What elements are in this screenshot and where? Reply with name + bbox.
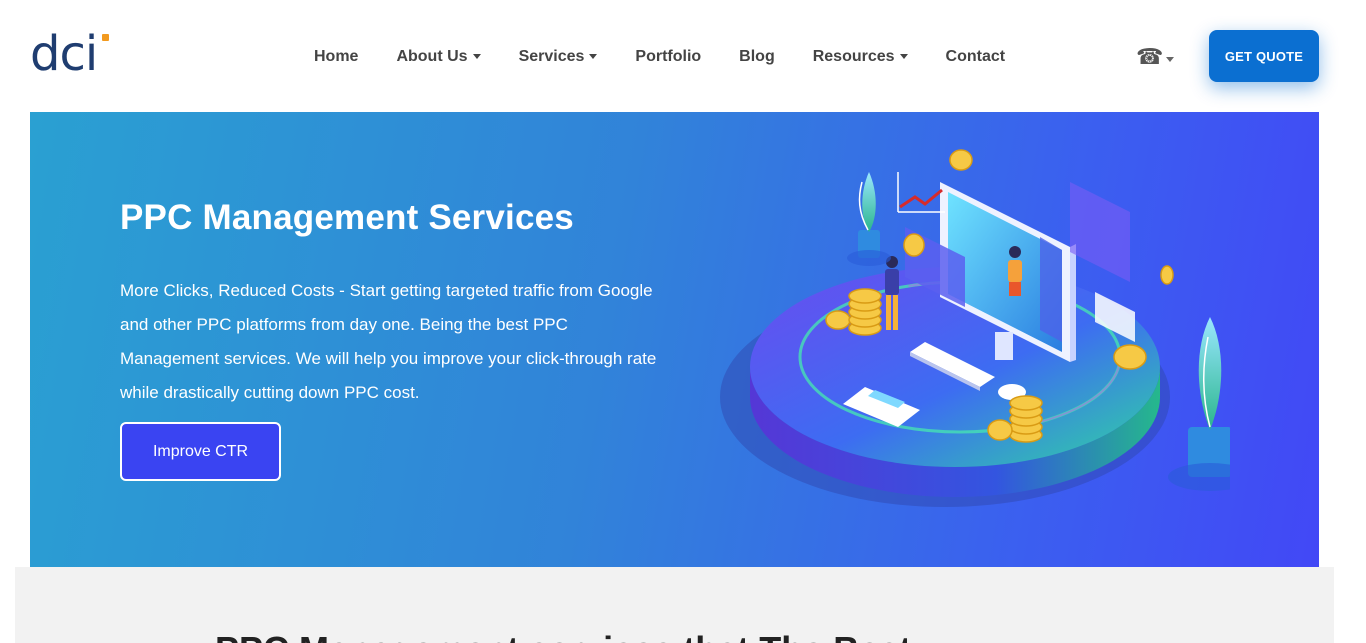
logo-dot	[102, 34, 109, 41]
nav-label: Home	[314, 48, 359, 65]
nav-blog[interactable]: Blog	[739, 46, 775, 68]
section-heading: PPC Management services that The Best	[215, 629, 911, 643]
nav-label: Blog	[739, 48, 775, 65]
improve-ctr-button[interactable]: Improve CTR	[120, 422, 281, 481]
hero-banner: PPC Management Services More Clicks, Red…	[30, 112, 1319, 567]
main-nav: Home About Us Services Portfolio Blog Re…	[314, 46, 1043, 68]
get-quote-button[interactable]: GET QUOTE	[1209, 30, 1319, 82]
caret-down-icon	[589, 53, 598, 59]
nav-label: Portfolio	[635, 48, 702, 65]
nav-label: Services	[518, 48, 585, 65]
caret-down-icon	[1166, 56, 1175, 62]
services-intro-section: PPC Management services that The Best	[15, 567, 1334, 643]
hero-title: PPC Management Services	[120, 198, 574, 237]
nav-label: Contact	[945, 48, 1006, 65]
caret-down-icon	[899, 53, 908, 59]
nav-about-us[interactable]: About Us	[396, 46, 481, 68]
nav-label: About Us	[396, 48, 468, 65]
logo-text: dci	[30, 26, 98, 82]
nav-services[interactable]: Services	[519, 46, 598, 68]
nav-contact[interactable]: Contact	[946, 46, 1006, 68]
nav-label: Resources	[812, 48, 895, 65]
site-header: dci Home About Us Services Portfolio Blo…	[0, 0, 1366, 112]
isometric-ppc-illustration	[720, 149, 1230, 507]
nav-portfolio[interactable]: Portfolio	[635, 46, 701, 68]
phone-icon: ☎	[1136, 44, 1164, 69]
hero-description: More Clicks, Reduced Costs - Start getti…	[120, 281, 657, 402]
nav-home[interactable]: Home	[314, 46, 358, 68]
caret-down-icon	[472, 53, 481, 59]
nav-resources[interactable]: Resources	[813, 46, 908, 68]
phone-dropdown[interactable]: ☎	[1136, 44, 1175, 70]
logo[interactable]: dci	[30, 26, 112, 82]
